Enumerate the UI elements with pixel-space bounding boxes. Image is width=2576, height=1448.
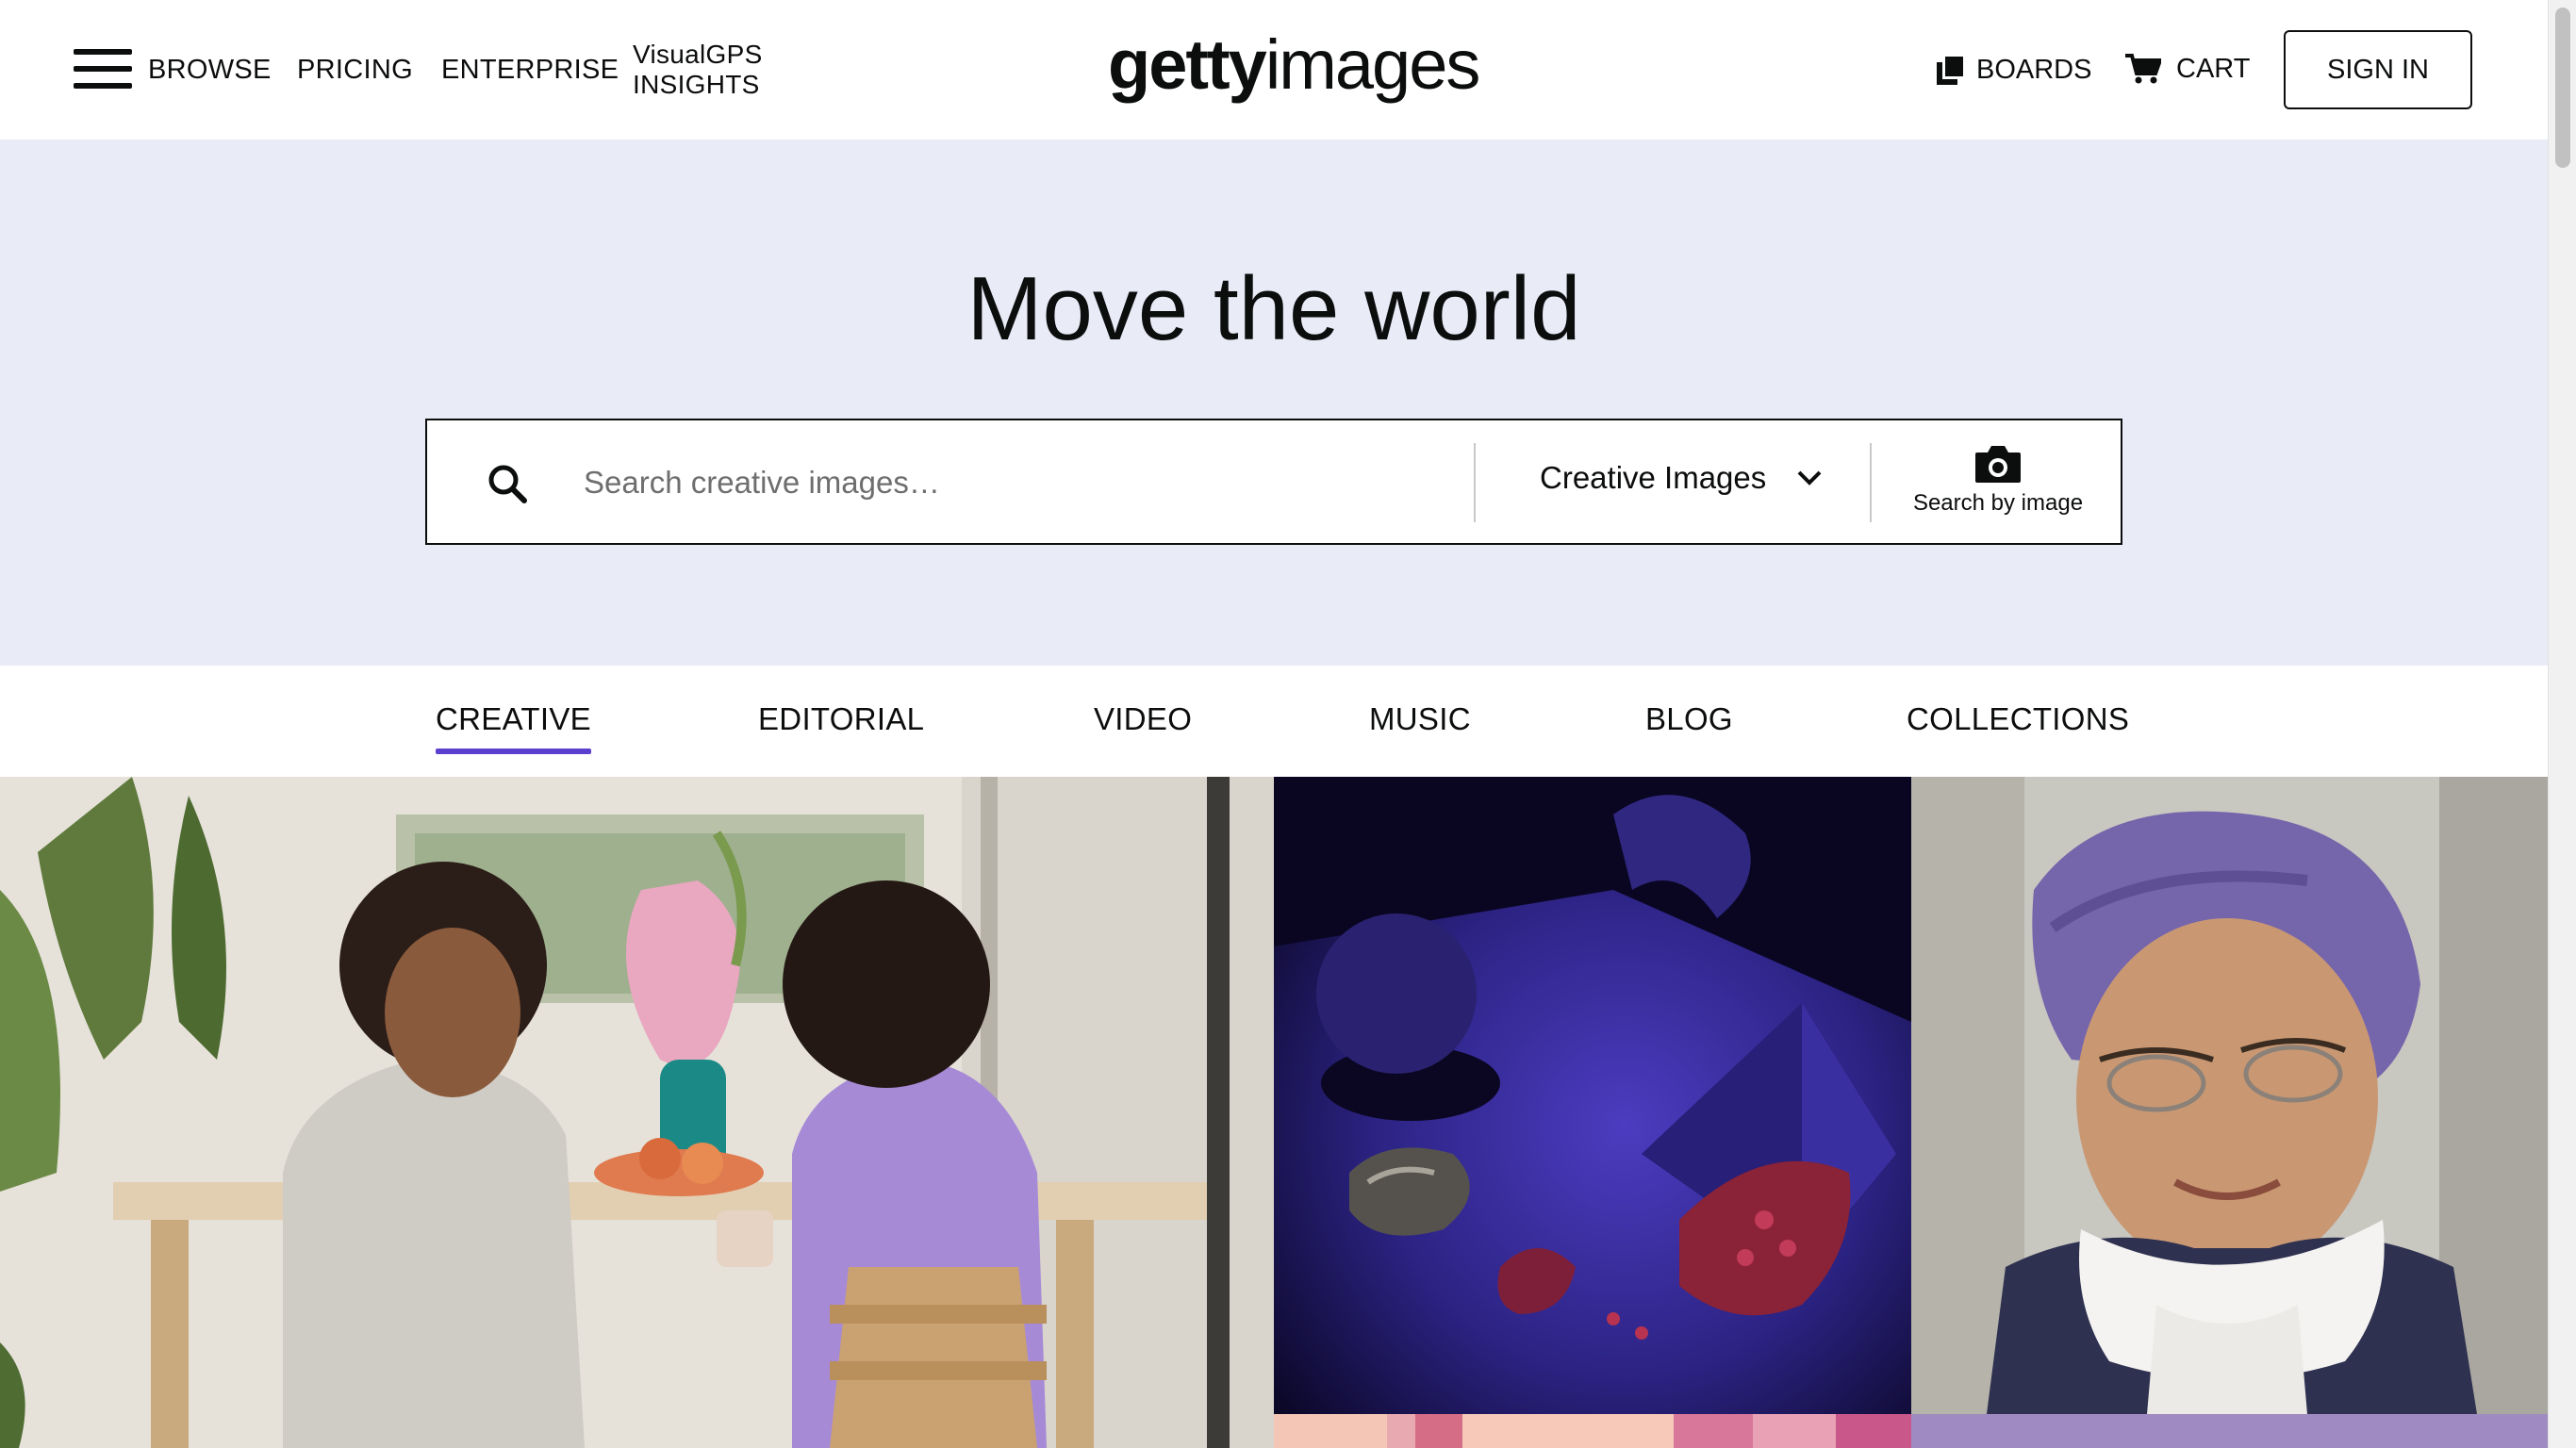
search-input[interactable] bbox=[584, 454, 1461, 511]
image-type-selected: Creative Images bbox=[1540, 460, 1767, 495]
featured-image-purple-still-life[interactable] bbox=[1274, 777, 1911, 1414]
featured-image-grid bbox=[0, 777, 2548, 1448]
chevron-down-icon bbox=[1797, 470, 1822, 485]
search-by-image-button[interactable]: Search by image bbox=[1874, 439, 2122, 530]
search-by-image-label: Search by image bbox=[1912, 490, 2084, 516]
nav-insights-line1: VisualGPS bbox=[633, 40, 763, 69]
featured-image-elderly-woman-art bbox=[1911, 777, 2548, 1414]
next-row-image-preview bbox=[1911, 1414, 2548, 1448]
tab-creative-label: CREATIVE bbox=[436, 701, 591, 736]
image-type-dropdown[interactable]: Creative Images bbox=[1540, 460, 1823, 496]
gettyimages-logo[interactable]: gettyimages bbox=[1108, 25, 1481, 105]
sign-in-button[interactable]: SIGN IN bbox=[2284, 30, 2472, 109]
site-header: BROWSE PRICING ENTERPRISE VisualGPS INSI… bbox=[0, 0, 2548, 140]
nav-enterprise[interactable]: ENTERPRISE bbox=[441, 55, 619, 86]
search-divider bbox=[1474, 443, 1476, 522]
next-row-image-preview bbox=[1274, 1414, 1911, 1448]
logo-images: images bbox=[1264, 25, 1481, 104]
search-bar: Creative Images Search by image bbox=[425, 419, 2122, 545]
menu-icon[interactable] bbox=[74, 49, 132, 89]
boards-label: BOARDS bbox=[1976, 55, 2092, 85]
cart-icon bbox=[2125, 54, 2161, 84]
cart-link[interactable]: CART bbox=[2125, 53, 2250, 85]
boards-link[interactable]: BOARDS bbox=[1937, 55, 2091, 86]
page-scrollbar[interactable] bbox=[2548, 0, 2576, 1448]
tab-blog[interactable]: BLOG bbox=[1645, 701, 1733, 737]
nav-browse[interactable]: BROWSE bbox=[148, 55, 272, 86]
search-icon[interactable] bbox=[487, 463, 528, 504]
tab-video[interactable]: VIDEO bbox=[1094, 701, 1192, 737]
nav-pricing[interactable]: PRICING bbox=[297, 55, 413, 86]
featured-image-elderly-woman[interactable] bbox=[1911, 777, 2548, 1414]
boards-icon bbox=[1937, 56, 1963, 85]
nav-visualgps-insights[interactable]: VisualGPS INSIGHTS bbox=[633, 40, 763, 100]
logo-getty: getty bbox=[1108, 25, 1267, 104]
featured-image-women-at-table[interactable] bbox=[0, 777, 1274, 1448]
hero-title: Move the world bbox=[966, 258, 1581, 359]
content-tabs: CREATIVE EDITORIAL VIDEO MUSIC BLOG COLL… bbox=[0, 666, 2548, 777]
hero-section: Move the world Creative Images Search by… bbox=[0, 140, 2548, 666]
tab-editorial[interactable]: EDITORIAL bbox=[758, 701, 924, 737]
tab-music[interactable]: MUSIC bbox=[1369, 701, 1471, 737]
nav-insights-line2: INSIGHTS bbox=[633, 70, 760, 99]
featured-image-women-at-table-art bbox=[0, 777, 1274, 1448]
featured-image-purple-still-life-art bbox=[1274, 777, 1911, 1414]
camera-icon bbox=[1975, 446, 2021, 483]
tab-creative[interactable]: CREATIVE bbox=[436, 701, 591, 754]
cart-label: CART bbox=[2176, 53, 2251, 84]
tab-collections[interactable]: COLLECTIONS bbox=[1907, 701, 2129, 737]
active-tab-indicator bbox=[436, 749, 591, 754]
search-divider bbox=[1870, 443, 1872, 522]
scrollbar-thumb[interactable] bbox=[2555, 8, 2570, 168]
